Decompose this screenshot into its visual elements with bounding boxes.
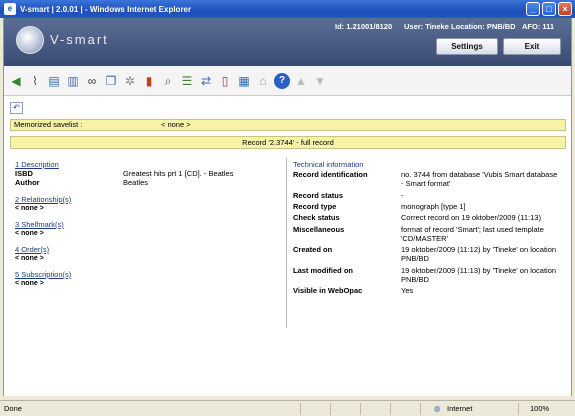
relationships-link[interactable]: 2 Relationship(s) bbox=[15, 195, 285, 204]
globe-icon: ◍ bbox=[434, 404, 441, 413]
isbd-value: Greatest hits prt 1 [CD]. - Beatles bbox=[123, 169, 234, 178]
column-divider bbox=[286, 158, 287, 328]
browser-statusbar: Done ◍ Internet 100% bbox=[0, 400, 575, 416]
tech-label: Record type bbox=[293, 202, 337, 211]
minimize-button[interactable]: _ bbox=[526, 2, 540, 16]
maximize-button[interactable]: □ bbox=[542, 2, 556, 16]
memorized-savelist-bar: Memorized savelist : < none > bbox=[10, 119, 566, 131]
app-header: V-smart Id: 1.21001/8120 User: Tineke Lo… bbox=[4, 18, 571, 66]
settings-button[interactable]: Settings bbox=[436, 38, 498, 55]
exit-button[interactable]: Exit bbox=[503, 38, 561, 55]
bar-chart-icon[interactable]: ▮ bbox=[141, 73, 157, 89]
status-segment bbox=[330, 403, 331, 415]
status-segment bbox=[300, 403, 301, 415]
book-stack-icon[interactable]: ▦ bbox=[236, 73, 252, 89]
books-icon[interactable]: ▤ bbox=[46, 73, 62, 89]
ie-icon: e bbox=[4, 3, 16, 15]
tech-label: Check status bbox=[293, 213, 340, 222]
savelist-label: Memorized savelist : bbox=[14, 120, 83, 129]
zone-text: Internet bbox=[447, 404, 473, 413]
tech-value: Correct record on 19 oktober/2009 (11:13… bbox=[401, 213, 541, 222]
paperclip-icon[interactable]: ⌇ bbox=[27, 73, 43, 89]
tech-value: 19 oktober/2009 (11:13) by 'Tineke' on l… bbox=[401, 266, 557, 284]
orders-link[interactable]: 4 Order(s) bbox=[15, 245, 285, 254]
arrow-down-icon[interactable]: ▼ bbox=[312, 73, 328, 89]
tech-label: Record status bbox=[293, 191, 344, 200]
tech-value: 19 oktober/2009 (11:12) by 'Tineke' on l… bbox=[401, 245, 557, 263]
status-segment bbox=[518, 403, 519, 415]
toolbar: ◀ ⌇ ▤ ▥ ∞ ❐ ✲ ▮ ⌕ ☰ ⇄ ▯ ▦ ⌂ ? ▲ ▼ bbox=[4, 66, 571, 96]
tech-value: format of record 'Smart'; last used temp… bbox=[401, 225, 544, 243]
help-icon[interactable]: ? bbox=[274, 72, 290, 89]
record-sections: 1 Description ISBD Greatest hits prt 1 [… bbox=[15, 160, 285, 295]
orders-value: < none > bbox=[15, 255, 44, 262]
arrow-up-icon[interactable]: ▲ bbox=[293, 73, 309, 89]
logo-text: V-smart bbox=[50, 32, 109, 47]
vsmart-logo-icon bbox=[16, 26, 44, 54]
afo-info: AFO: 111 bbox=[522, 22, 555, 31]
gear-icon[interactable]: ✲ bbox=[122, 73, 138, 89]
list-doc-icon[interactable]: ☰ bbox=[179, 73, 195, 89]
isbd-label: ISBD bbox=[15, 169, 33, 178]
status-text: Done bbox=[4, 404, 22, 413]
relationships-value: < none > bbox=[15, 205, 44, 212]
close-button[interactable]: × bbox=[558, 2, 572, 16]
book-open-icon[interactable]: ▯ bbox=[217, 73, 233, 89]
status-segment bbox=[360, 403, 361, 415]
tech-value: monograph [type 1] bbox=[401, 202, 466, 211]
record-title: Record '2.3744' - full record bbox=[242, 138, 334, 147]
location-info: Location: PNB/BD bbox=[451, 22, 516, 31]
tech-label: Miscellaneous bbox=[293, 225, 345, 234]
subscriptions-value: < none > bbox=[15, 280, 44, 287]
user-info: User: Tineke bbox=[404, 22, 449, 31]
arrow-left-icon[interactable]: ◀ bbox=[8, 73, 24, 89]
tech-value: no. 3744 from database 'Vubis Smart data… bbox=[401, 170, 558, 188]
technical-heading: Technical information bbox=[293, 160, 364, 169]
status-segment bbox=[390, 403, 391, 415]
building-icon[interactable]: ⌂ bbox=[255, 73, 271, 89]
status-segment bbox=[420, 403, 421, 415]
description-link[interactable]: 1 Description bbox=[15, 160, 285, 169]
transfer-icon[interactable]: ⇄ bbox=[198, 73, 214, 89]
tech-label: Visible in WebOpac bbox=[293, 286, 363, 295]
author-value: Beatles bbox=[123, 178, 149, 187]
search-doc-icon[interactable]: ⌕ bbox=[160, 73, 176, 89]
window-controls: _ □ × bbox=[526, 2, 572, 16]
zoom-level[interactable]: 100% bbox=[530, 401, 549, 416]
author-label: Author bbox=[15, 178, 40, 187]
subscriptions-link[interactable]: 5 Subscription(s) bbox=[15, 270, 285, 279]
savelist-value: < none > bbox=[161, 120, 191, 129]
record-title-bar: Record '2.3744' - full record bbox=[10, 136, 566, 149]
window-titlebar: e V-smart | 2.0.01 | - Windows Internet … bbox=[0, 0, 575, 18]
window-title: V-smart | 2.0.01 | - Windows Internet Ex… bbox=[20, 4, 192, 14]
tech-label: Record identification bbox=[293, 170, 368, 179]
author-row: Author Beatles bbox=[15, 178, 285, 187]
tech-label: Last modified on bbox=[293, 266, 353, 275]
app-area: V-smart Id: 1.21001/8120 User: Tineke Lo… bbox=[3, 18, 572, 396]
technical-information: Technical information Record identificat… bbox=[293, 160, 563, 295]
tech-value: - bbox=[401, 191, 404, 200]
tech-label: Created on bbox=[293, 245, 333, 254]
tech-value: Yes bbox=[401, 286, 414, 295]
session-id: Id: 1.21001/8120 bbox=[335, 22, 393, 31]
undo-icon[interactable]: ↶ bbox=[10, 102, 23, 114]
copy-icon[interactable]: ❐ bbox=[103, 73, 119, 89]
trash-icon[interactable]: ▥ bbox=[65, 73, 81, 89]
shelfmarks-link[interactable]: 3 Shelfmark(s) bbox=[15, 220, 285, 229]
shelfmarks-value: < none > bbox=[15, 230, 44, 237]
isbd-row: ISBD Greatest hits prt 1 [CD]. - Beatles bbox=[15, 169, 285, 178]
binoculars-icon[interactable]: ∞ bbox=[84, 73, 100, 89]
